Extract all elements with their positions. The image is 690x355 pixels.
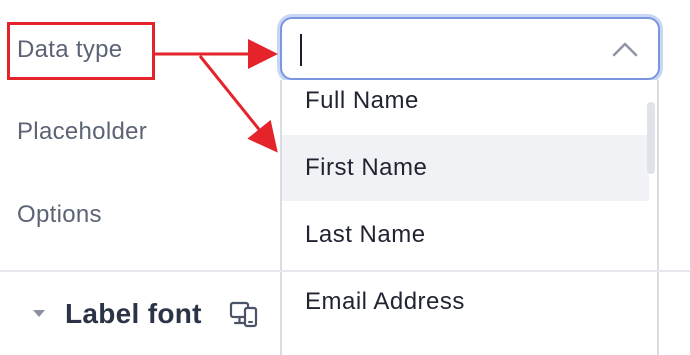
section-divider [0,270,690,272]
text-caret [300,34,302,66]
label-font-title: Label font [65,298,202,329]
caret-down-icon[interactable] [33,310,45,317]
dropdown-scrollbar[interactable] [647,102,655,174]
options-label: Options [17,201,102,228]
data-type-dropdown[interactable]: Full Name First Name Last Name Email Add… [280,80,659,355]
option-last-name[interactable]: Last Name [282,202,649,268]
option-full-name[interactable]: Full Name [282,80,649,134]
chevron-up-icon[interactable] [612,41,638,57]
option-email-address[interactable]: Email Address [282,269,649,335]
option-first-name[interactable]: First Name [282,135,649,201]
placeholder-label: Placeholder [17,118,148,145]
arrow-to-option [198,55,278,153]
annotation-highlight-box [7,22,155,80]
data-type-select[interactable] [280,17,660,80]
responsive-devices-icon[interactable] [229,299,259,329]
